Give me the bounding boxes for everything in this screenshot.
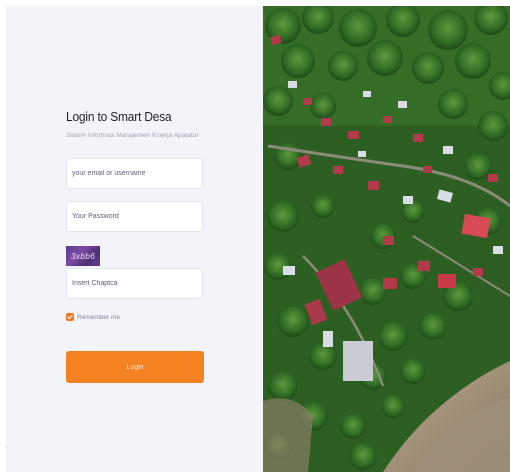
login-panel: Login to Smart Desa Sistem Informasi Man…	[6, 6, 263, 472]
remember-checkbox[interactable]	[66, 313, 74, 321]
remember-label: Remember me	[77, 313, 120, 321]
page-subtitle: Sistem Informasi Manajemen Kinerja Apara…	[66, 132, 199, 139]
remember-me[interactable]: Remember me	[66, 313, 120, 321]
check-icon	[67, 314, 73, 320]
email-field[interactable]	[66, 158, 203, 189]
page-title: Login to Smart Desa	[66, 109, 172, 124]
password-field[interactable]	[66, 201, 203, 232]
stray-mark: .	[6, 444, 8, 450]
login-page: Login to Smart Desa Sistem Informasi Man…	[6, 6, 510, 472]
aerial-photo	[263, 6, 510, 472]
captcha-image: 3xbb6	[66, 246, 100, 266]
login-button[interactable]: Login	[66, 351, 204, 383]
village-aerial-image	[263, 6, 510, 472]
captcha-field[interactable]	[66, 268, 203, 299]
